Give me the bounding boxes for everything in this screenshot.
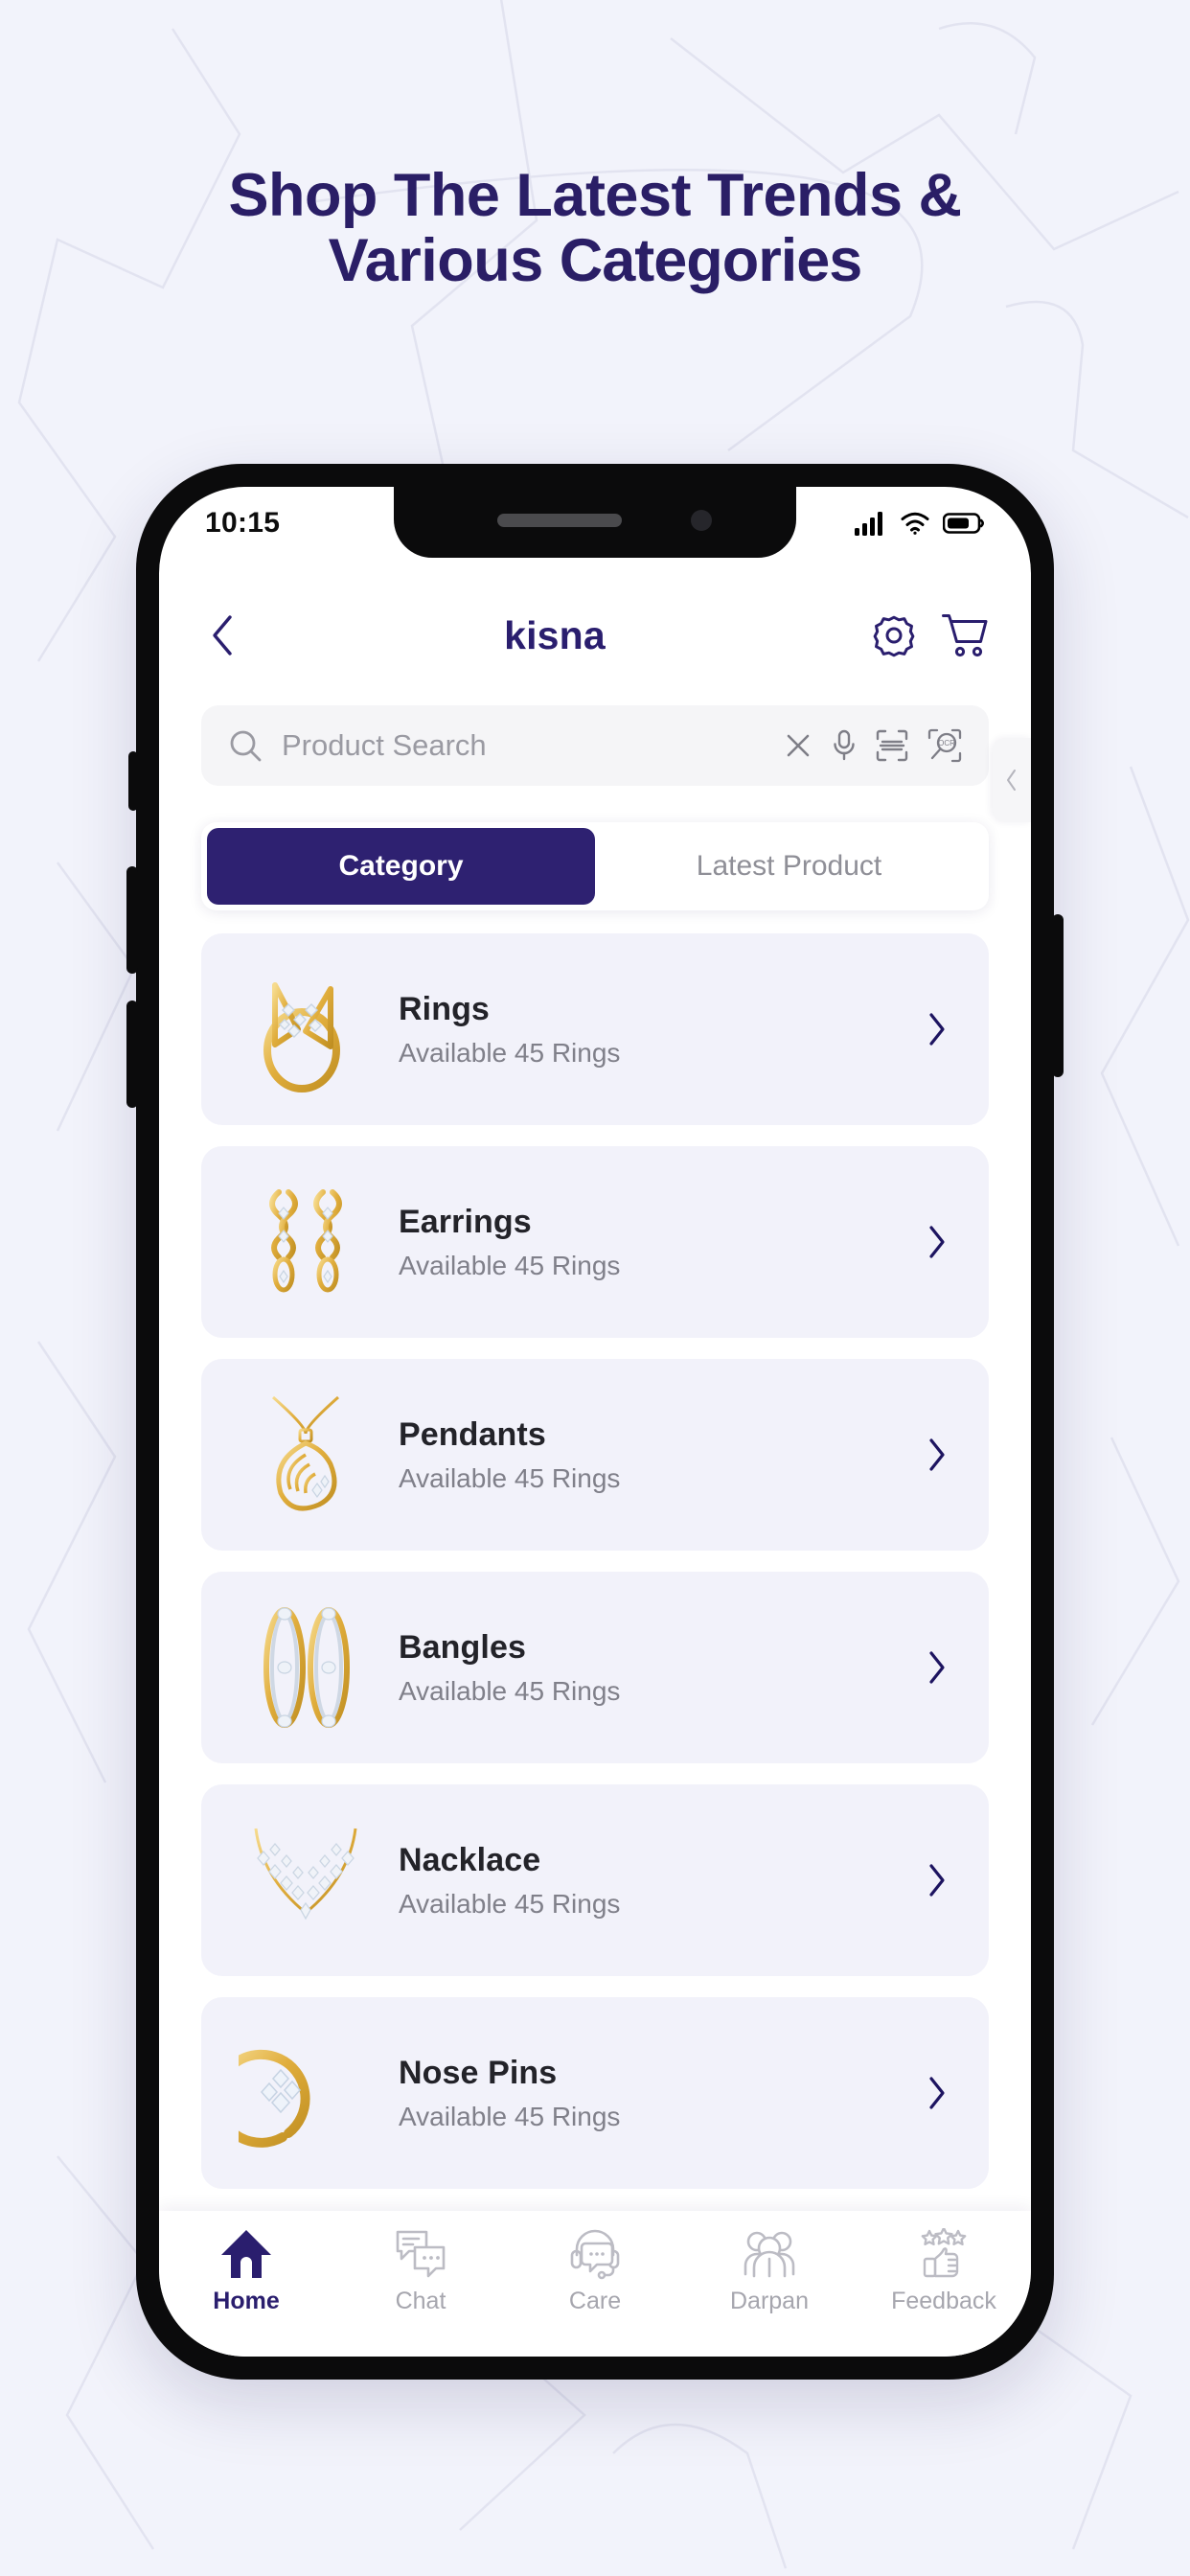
chevron-right-icon[interactable] <box>918 1436 956 1474</box>
search-action-group: OCR <box>784 728 962 763</box>
nav-label: Chat <box>395 2288 446 2314</box>
category-title: Rings <box>399 990 490 1027</box>
category-subtitle: Available 45 Rings <box>399 1888 621 1919</box>
close-icon[interactable] <box>784 731 812 760</box>
category-text: Earrings Available 45 Rings <box>399 1204 918 1281</box>
tab-bar: Category Latest Product <box>201 822 989 910</box>
nosepin-icon <box>234 2021 378 2165</box>
category-card-rings[interactable]: Rings Available 45 Rings <box>201 933 989 1125</box>
nav-item-care[interactable]: Care <box>508 2228 682 2315</box>
category-subtitle: Available 45 Rings <box>399 2101 621 2131</box>
ring-icon <box>234 957 378 1101</box>
phone-screen: 10:15 kisna Product Search OCR Category … <box>159 487 1031 2357</box>
search-input[interactable]: Product Search <box>282 728 784 763</box>
chevron-right-icon[interactable] <box>918 1010 956 1048</box>
app-brand-logo: kisna <box>504 612 606 657</box>
thumbs-up-icon <box>921 2228 967 2278</box>
nav-label: Darpan <box>730 2288 809 2314</box>
cart-button[interactable] <box>941 612 989 658</box>
category-card-pendants[interactable]: Pendants Available 45 Rings <box>201 1359 989 1551</box>
phone-mute-button[interactable] <box>128 751 138 811</box>
category-title: Nose Pins <box>399 2054 558 2091</box>
pendant-icon <box>234 1383 378 1527</box>
category-title: Nacklace <box>399 1841 541 1878</box>
signal-bars-icon <box>855 512 882 536</box>
gear-icon <box>873 615 915 657</box>
chat-icon <box>396 2230 446 2278</box>
shopping-cart-icon <box>942 614 988 657</box>
chevron-right-icon[interactable] <box>918 1223 956 1261</box>
home-icon <box>221 2230 271 2278</box>
category-subtitle: Available 45 Rings <box>399 1037 621 1068</box>
wifi-icon <box>901 512 929 535</box>
page-root: Shop The Latest Trends & Various Categor… <box>0 0 1190 2576</box>
category-card-nacklace[interactable]: Nacklace Available 45 Rings <box>201 1784 989 1976</box>
category-text: Nose Pins Available 45 Rings <box>399 2055 918 2132</box>
headline-line-1: Shop The Latest Trends & <box>228 162 962 229</box>
header-action-group <box>872 612 989 658</box>
side-drawer-handle[interactable] <box>993 738 1031 822</box>
status-bar: 10:15 <box>159 487 1031 560</box>
nav-label: Care <box>568 2288 622 2314</box>
search-icon <box>230 730 262 762</box>
chevron-left-icon <box>213 615 232 656</box>
category-card-earrings[interactable]: Earrings Available 45 Rings <box>201 1146 989 1338</box>
chevron-right-icon[interactable] <box>918 1648 956 1687</box>
ocr-scan-icon[interactable]: OCR <box>927 728 962 763</box>
nav-item-feedback[interactable]: Feedback <box>857 2228 1031 2315</box>
phone-volume-down-button[interactable] <box>126 1000 138 1108</box>
category-text: Pendants Available 45 Rings <box>399 1416 918 1494</box>
category-card-nose-pins[interactable]: Nose Pins Available 45 Rings <box>201 1997 989 2189</box>
app-header: kisna <box>159 592 1031 678</box>
page-title: Shop The Latest Trends & Various Categor… <box>0 163 1190 293</box>
status-time: 10:15 <box>205 507 281 539</box>
chevron-right-icon[interactable] <box>918 2074 956 2112</box>
category-title: Pendants <box>399 1415 546 1453</box>
category-text: Bangles Available 45 Rings <box>399 1629 918 1707</box>
headline-line-2-prefix: Various <box>328 227 560 295</box>
barcode-scan-icon[interactable] <box>876 729 908 762</box>
category-title: Earrings <box>399 1203 532 1240</box>
category-text: Nacklace Available 45 Rings <box>399 1842 918 1920</box>
earrings-icon <box>234 1170 378 1314</box>
status-icon-group <box>855 511 985 536</box>
phone-volume-up-button[interactable] <box>126 866 138 974</box>
necklace-icon <box>234 1808 378 1952</box>
bangles-icon <box>234 1596 378 1739</box>
category-text: Rings Available 45 Rings <box>399 991 918 1069</box>
category-subtitle: Available 45 Rings <box>399 1675 621 1706</box>
headset-icon <box>570 2229 620 2280</box>
battery-icon <box>943 513 984 534</box>
category-subtitle: Available 45 Rings <box>399 1250 621 1280</box>
nav-item-chat[interactable]: Chat <box>333 2228 508 2315</box>
search-bar[interactable]: Product Search OCR <box>201 705 989 786</box>
nav-label: Feedback <box>891 2288 996 2314</box>
microphone-icon[interactable] <box>832 729 857 762</box>
category-card-bangles[interactable]: Bangles Available 45 Rings <box>201 1572 989 1763</box>
phone-power-button[interactable] <box>1052 914 1064 1077</box>
tab-category[interactable]: Category <box>207 828 595 905</box>
svg-text:OCR: OCR <box>938 739 955 748</box>
bottom-navigation: Home Chat Care Darpan Feedback <box>159 2211 1031 2357</box>
headline-line-2: Various Categories <box>0 228 1190 293</box>
category-title: Bangles <box>399 1628 526 1666</box>
phone-mockup: 10:15 kisna Product Search OCR Category … <box>126 464 1064 2380</box>
tab-latest-product[interactable]: Latest Product <box>595 828 983 905</box>
chevron-right-icon[interactable] <box>918 1861 956 1899</box>
headline-emphasis: Categories <box>559 227 863 295</box>
nav-label: Home <box>213 2288 280 2314</box>
settings-button[interactable] <box>872 613 916 657</box>
people-icon <box>744 2231 795 2278</box>
nav-item-darpan[interactable]: Darpan <box>682 2228 857 2315</box>
category-subtitle: Available 45 Rings <box>399 1462 621 1493</box>
category-list[interactable]: Rings Available 45 Rings Earrings Availa… <box>201 933 989 2218</box>
chevron-left-icon <box>1007 770 1016 791</box>
nav-item-home[interactable]: Home <box>159 2228 333 2315</box>
